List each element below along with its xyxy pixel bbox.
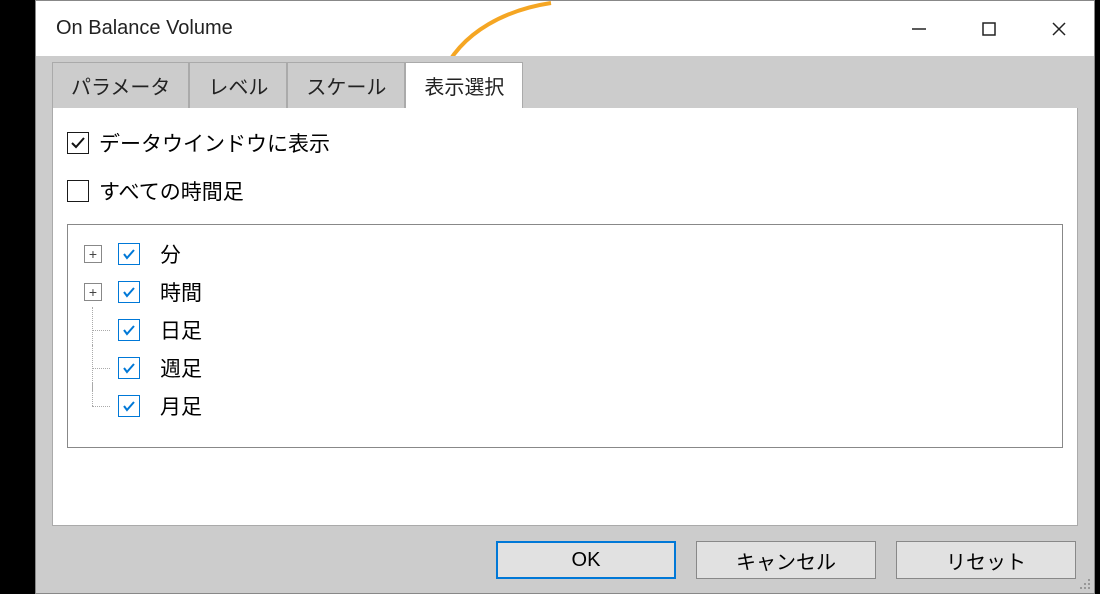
checkbox-icon[interactable] xyxy=(118,395,140,417)
option-all-timeframes[interactable]: すべての時間足 xyxy=(67,176,1063,206)
option-label: データウインドウに表示 xyxy=(99,128,330,158)
checkbox-icon xyxy=(67,180,89,202)
frame-black-margin xyxy=(0,0,35,594)
option-label: すべての時間足 xyxy=(99,176,244,206)
tree-connector-icon xyxy=(84,359,102,377)
tab-parameters[interactable]: パラメータ xyxy=(52,62,189,108)
tab-content: データウインドウに表示 すべての時間足 + 分 + 時間 xyxy=(52,108,1078,526)
dialog-button-bar: OK キャンセル リセット xyxy=(496,541,1076,579)
tree-item-label: 分 xyxy=(160,239,181,269)
tab-levels[interactable]: レベル xyxy=(189,62,287,108)
window-title: On Balance Volume xyxy=(56,17,233,40)
resize-grip-icon[interactable] xyxy=(1077,576,1091,590)
tab-strip: パラメータ レベル スケール 表示選択 xyxy=(36,56,1094,108)
expand-icon[interactable]: + xyxy=(84,245,102,263)
tree-item-daily[interactable]: 日足 xyxy=(84,311,1052,349)
tree-item-label: 週足 xyxy=(160,353,202,383)
tree-item-minutes[interactable]: + 分 xyxy=(84,235,1052,273)
expand-icon[interactable]: + xyxy=(84,283,102,301)
titlebar: On Balance Volume xyxy=(36,1,1094,56)
tree-item-label: 時間 xyxy=(160,277,202,307)
tree-item-weekly[interactable]: 週足 xyxy=(84,349,1052,387)
checkbox-icon xyxy=(67,132,89,154)
tree-item-label: 月足 xyxy=(160,391,202,421)
maximize-button[interactable] xyxy=(954,1,1024,56)
tab-display[interactable]: 表示選択 xyxy=(405,62,523,108)
timeframe-tree: + 分 + 時間 日足 xyxy=(67,224,1063,448)
window-controls xyxy=(884,1,1094,56)
option-show-in-data-window[interactable]: データウインドウに表示 xyxy=(67,128,1063,158)
cancel-button[interactable]: キャンセル xyxy=(696,541,876,579)
tree-item-hours[interactable]: + 時間 xyxy=(84,273,1052,311)
checkbox-icon[interactable] xyxy=(118,281,140,303)
tree-item-monthly[interactable]: 月足 xyxy=(84,387,1052,425)
tree-connector-icon xyxy=(84,321,102,339)
close-button[interactable] xyxy=(1024,1,1094,56)
tree-item-label: 日足 xyxy=(160,315,202,345)
dialog-window: On Balance Volume パラメータ レベル スケール 表示選択 デー… xyxy=(35,0,1095,594)
checkbox-icon[interactable] xyxy=(118,357,140,379)
tree-connector-icon xyxy=(84,397,102,415)
checkbox-icon[interactable] xyxy=(118,319,140,341)
ok-button[interactable]: OK xyxy=(496,541,676,579)
tab-scale[interactable]: スケール xyxy=(287,62,405,108)
reset-button[interactable]: リセット xyxy=(896,541,1076,579)
checkbox-icon[interactable] xyxy=(118,243,140,265)
minimize-button[interactable] xyxy=(884,1,954,56)
